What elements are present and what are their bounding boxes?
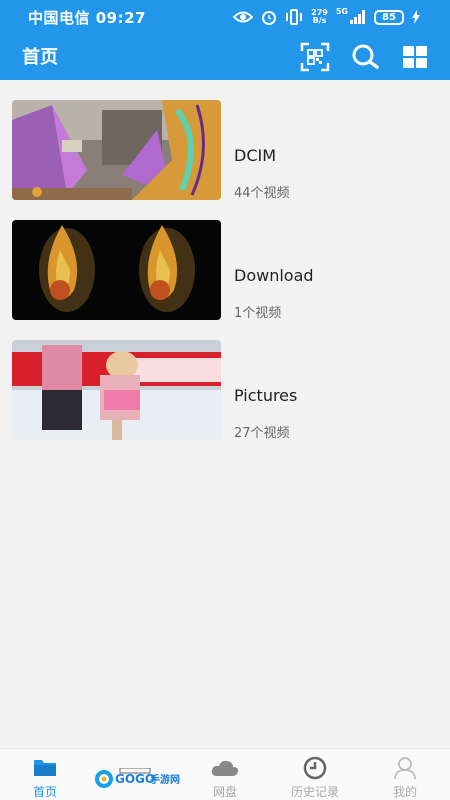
- folder-name: Download: [234, 266, 314, 285]
- cloud-icon: [210, 756, 240, 780]
- tab-cloud-drive[interactable]: 网盘: [180, 749, 270, 800]
- folder-video-count: 1个视频: [234, 306, 282, 321]
- alarm-icon: [261, 8, 277, 26]
- tab-label: 网盘: [212, 785, 237, 799]
- watermark-logo: GOGO 手游网: [94, 767, 184, 790]
- page-title: 首页: [22, 47, 58, 68]
- folder-video-count: 27个视频: [234, 426, 290, 441]
- charging-icon: [412, 8, 420, 26]
- status-bar: 中国电信 09:27 279 B/s 5G 85: [0, 0, 450, 34]
- folder-name: Pictures: [234, 386, 298, 405]
- clock-icon: [303, 756, 327, 780]
- battery-indicator: 85: [374, 9, 404, 25]
- folder-thumbnail: [12, 220, 221, 320]
- user-icon: [393, 756, 417, 780]
- net-speed: 279 B/s: [311, 8, 328, 25]
- tab-history[interactable]: 历史记录: [270, 749, 360, 800]
- grid-view-button[interactable]: [398, 40, 432, 74]
- folder-thumbnail: [12, 100, 221, 200]
- tab-home[interactable]: 首页: [0, 749, 90, 800]
- folder-video-count: 44个视频: [234, 186, 290, 201]
- qr-scan-button[interactable]: [298, 40, 332, 74]
- status-icons: 279 B/s 5G 85: [233, 8, 420, 26]
- folder-icon: [33, 756, 57, 780]
- folder-item-dcim[interactable]: DCIM 44个视频: [0, 80, 450, 201]
- signal-icon: 5G: [336, 8, 366, 26]
- vibrate-icon: [285, 8, 303, 26]
- tab-label: 我的: [392, 785, 417, 799]
- folder-thumbnail: [12, 340, 221, 440]
- folder-item-download[interactable]: Download 1个视频: [0, 200, 450, 321]
- bottom-nav: 首页 网盘 历史记录 我的: [0, 748, 450, 800]
- eye-icon: [233, 8, 254, 26]
- search-button[interactable]: [348, 40, 382, 74]
- tab-label: 历史记录: [290, 785, 339, 799]
- tab-label: 首页: [32, 785, 57, 799]
- folder-name: DCIM: [234, 146, 277, 165]
- search-icon: [352, 44, 379, 69]
- folder-item-pictures[interactable]: Pictures 27个视频: [0, 320, 450, 441]
- tab-profile[interactable]: 我的: [360, 749, 450, 800]
- qr-scan-icon: [300, 42, 330, 72]
- svg-text:手游网: 手游网: [150, 773, 180, 786]
- grid-view-icon: [403, 46, 427, 68]
- carrier-time: 中国电信 09:27: [28, 9, 146, 27]
- top-bar: 中国电信 09:27 279 B/s 5G 85 首页: [0, 0, 450, 80]
- app-bar: 首页: [0, 34, 450, 80]
